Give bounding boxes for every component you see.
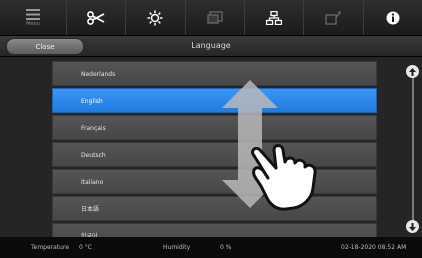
network-button[interactable]: [245, 0, 305, 35]
info-icon: [386, 11, 400, 24]
arrow-down-icon: [409, 222, 416, 231]
network-icon: [266, 10, 283, 25]
menu-icon: [26, 8, 40, 20]
humidity-value: 0 %: [220, 244, 232, 251]
close-button[interactable]: Close: [6, 38, 84, 55]
datetime: 02-18-2020 08:52 AM: [341, 244, 407, 251]
swipe-gesture-illustration: [222, 80, 317, 211]
language-panel: Nederlands English Français Deutsch Ital…: [0, 57, 422, 237]
monitor-icon: [207, 10, 223, 24]
device-button[interactable]: [304, 0, 364, 35]
device-icon: [325, 10, 342, 25]
temperature-value: 0 °C: [79, 244, 92, 251]
brightness-icon: [147, 10, 163, 25]
scissors-icon: [87, 10, 105, 25]
scrollbar-track[interactable]: [412, 65, 414, 225]
pointing-hand-icon: [251, 144, 317, 211]
scroll-down-button[interactable]: [406, 220, 419, 233]
header-bar: Close Language: [0, 36, 422, 57]
status-bar: Temperature 0 °C Humidity 0 % 02-18-2020…: [0, 237, 422, 258]
temperature-label: Temperature: [31, 244, 70, 251]
language-item-korean[interactable]: 한국어: [52, 223, 377, 237]
humidity-label: Humidity: [163, 244, 191, 251]
top-toolbar: Menu: [0, 0, 422, 36]
display-button[interactable]: [186, 0, 245, 35]
menu-button[interactable]: Menu: [0, 0, 67, 35]
menu-label: Menu: [26, 20, 40, 27]
cut-button[interactable]: [67, 0, 127, 35]
brightness-button[interactable]: [126, 0, 186, 35]
scroll-up-button[interactable]: [406, 65, 419, 78]
arrow-up-icon: [409, 67, 416, 76]
info-button[interactable]: [364, 0, 422, 35]
